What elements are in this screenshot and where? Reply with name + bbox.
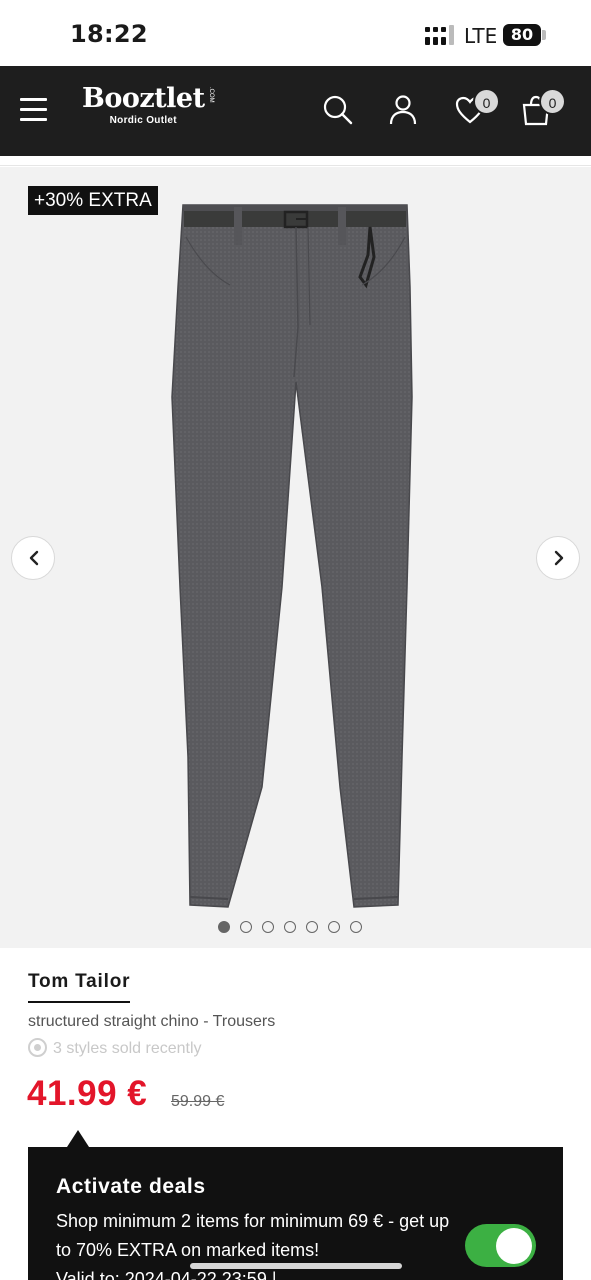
logo-com: .COM: [208, 87, 214, 103]
site-logo[interactable]: Booztlet .COM Nordic Outlet: [82, 83, 214, 127]
pagination-dot[interactable]: [350, 921, 362, 933]
wishlist-count-badge: 0: [473, 88, 500, 115]
activate-deals-toggle[interactable]: [465, 1224, 536, 1267]
home-indicator[interactable]: [190, 1263, 402, 1269]
deal-valid-date: Valid to: 2024-04-22 23:59 |: [56, 1269, 277, 1280]
product-gallery[interactable]: +30% EXTRA: [0, 167, 591, 948]
chevron-right-icon: [554, 550, 564, 566]
image-pagination: [0, 921, 591, 933]
product-brand[interactable]: Tom Tailor: [28, 971, 131, 1003]
pagination-dot[interactable]: [218, 921, 230, 933]
battery-indicator: 80: [503, 24, 541, 46]
menu-icon[interactable]: [20, 98, 47, 122]
battery-tip: [542, 30, 546, 40]
chevron-left-icon: [29, 550, 39, 566]
logo-text: Booztlet: [82, 83, 205, 114]
status-bar: 18:22 LTE 80: [0, 0, 591, 66]
deal-description: Shop minimum 2 items for minimum 69 € - …: [56, 1207, 456, 1280]
search-icon[interactable]: [321, 94, 353, 126]
activate-deals-panel: Activate deals Shop minimum 2 items for …: [28, 1147, 563, 1280]
target-icon: [28, 1038, 47, 1057]
original-price: 59.99 €: [171, 1093, 225, 1110]
pagination-dot[interactable]: [328, 921, 340, 933]
user-icon[interactable]: [387, 94, 419, 126]
sold-recently-note: 3 styles sold recently: [28, 1038, 202, 1058]
next-image-button[interactable]: [536, 536, 580, 580]
deal-text: Shop minimum 2 items for minimum 69 € - …: [56, 1211, 450, 1260]
previous-image-button[interactable]: [11, 536, 55, 580]
header-divider: [0, 156, 591, 166]
extra-discount-badge: +30% EXTRA: [28, 186, 158, 215]
deal-box-pointer: [67, 1130, 89, 1147]
sold-recently-text: 3 styles sold recently: [53, 1040, 202, 1057]
pagination-dot[interactable]: [306, 921, 318, 933]
logo-subtitle: Nordic Outlet: [109, 115, 177, 126]
signal-icon: [425, 25, 454, 45]
toggle-knob: [496, 1228, 532, 1264]
product-name: structured straight chino - Trousers: [28, 1013, 276, 1030]
network-type: LTE: [464, 24, 498, 48]
pagination-dot[interactable]: [284, 921, 296, 933]
product-image[interactable]: [0, 167, 591, 948]
pagination-dot[interactable]: [240, 921, 252, 933]
deal-title: Activate deals: [56, 1175, 206, 1198]
cart-count-badge: 0: [539, 88, 566, 115]
current-price: 41.99 €: [27, 1074, 148, 1113]
pagination-dot[interactable]: [262, 921, 274, 933]
status-time: 18:22: [70, 20, 148, 48]
site-header: Booztlet .COM Nordic Outlet 0 0: [0, 66, 591, 156]
